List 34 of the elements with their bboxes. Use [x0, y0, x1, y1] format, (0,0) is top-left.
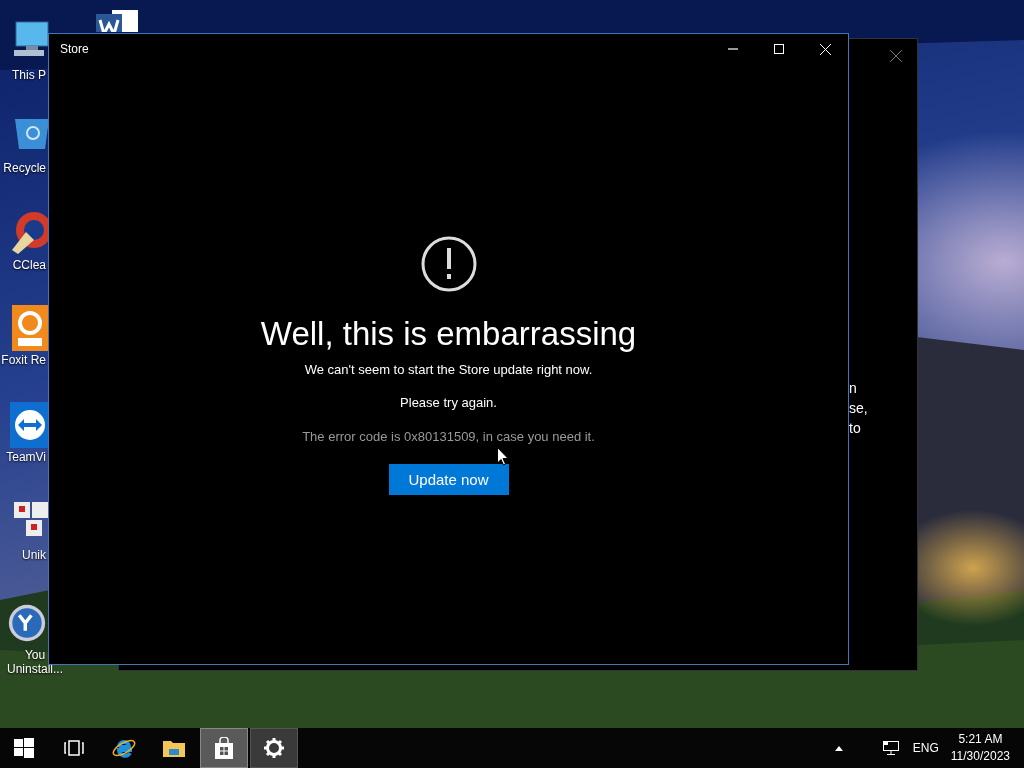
minimize-icon	[728, 48, 738, 50]
maximize-icon	[774, 44, 784, 54]
close-icon	[819, 43, 831, 55]
error-message: We can't seem to start the Store update right now.	[304, 362, 593, 377]
four-panes-icon	[14, 738, 34, 758]
desktop-icon-label: CClea	[12, 258, 46, 272]
error-heading: Well, this is embarrassing	[260, 314, 637, 354]
window-text: n	[849, 379, 858, 398]
desktop-icon-label: This P	[12, 68, 46, 82]
task-view-icon	[64, 740, 84, 756]
uninstaller-icon[interactable]	[8, 604, 46, 642]
taskbar-button[interactable]	[200, 728, 248, 768]
close-icon[interactable]	[890, 50, 902, 62]
folder-icon	[163, 739, 185, 757]
settings-icon	[264, 738, 284, 758]
taskbar-button[interactable]	[250, 728, 298, 768]
warning-icon	[420, 236, 477, 292]
update-now-button[interactable]: Update now	[388, 464, 509, 495]
desktop-icon-label: Foxit Re	[1, 353, 46, 367]
window-text: to	[849, 419, 862, 438]
caret-up-icon[interactable]	[834, 745, 843, 751]
desktop-icon-label: You Uninstall...	[6, 648, 64, 676]
error-message: Please try again.	[400, 395, 497, 410]
desktop-icon-label: Recycle	[3, 161, 46, 175]
language-indicator[interactable]: ENG	[912, 741, 939, 755]
clock[interactable]: 5:21 AM 11/30/2023	[950, 731, 1010, 765]
network-icon[interactable]	[882, 741, 899, 755]
desktop-icon-label: Unik	[22, 548, 46, 562]
cursor-icon	[497, 447, 509, 466]
error-code-note: The error code is 0x80131509, in case you need it.	[302, 429, 595, 444]
shopping-bag-icon	[214, 737, 234, 759]
desktop-icon-label: TeamVi	[6, 450, 46, 464]
window-title: Store	[60, 42, 89, 56]
window-text: se,	[849, 399, 868, 418]
